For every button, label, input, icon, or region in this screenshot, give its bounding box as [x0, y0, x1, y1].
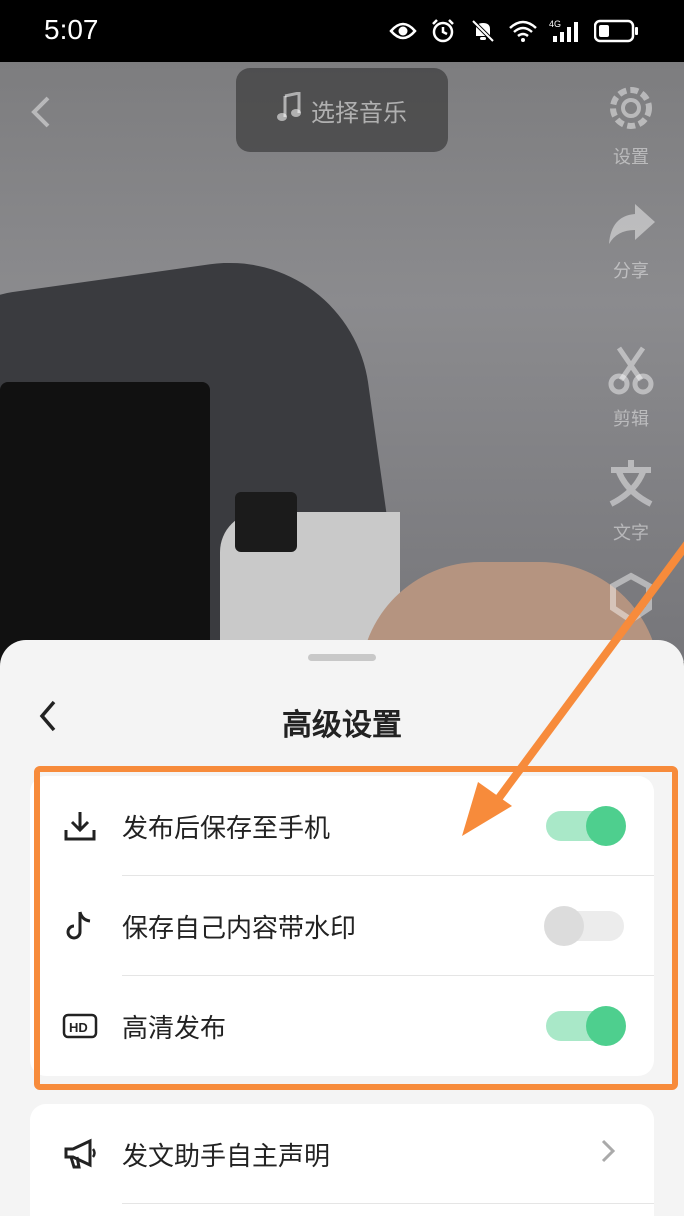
settings-group-card: 发文助手自主声明 [30, 1104, 654, 1216]
text-icon [591, 458, 671, 515]
badge-icon [591, 572, 671, 629]
settings-tool-label: 设置 [613, 147, 649, 168]
status-bar: 5:07 4G [0, 0, 684, 62]
status-time: 5:07 [44, 14, 99, 45]
sheet-title: 高级设置 [282, 708, 402, 743]
megaphone-icon [62, 1136, 98, 1172]
video-preview: 选择音乐 设置 分享 剪辑 文字 [0, 62, 684, 662]
signal-4g-icon: 4G [548, 16, 584, 46]
gear-icon [591, 82, 671, 139]
share-icon [591, 200, 671, 253]
select-music-button[interactable]: 选择音乐 [236, 68, 448, 152]
select-music-label: 选择音乐 [311, 98, 407, 127]
settings-tool[interactable]: 设置 [591, 82, 671, 169]
share-tool-label: 分享 [613, 261, 649, 282]
chevron-right-icon [598, 1136, 618, 1173]
battery-icon [594, 16, 640, 46]
text-tool[interactable]: 文字 [591, 458, 671, 545]
edit-tool[interactable]: 剪辑 [591, 344, 671, 431]
share-tool[interactable]: 分享 [591, 200, 671, 283]
edit-tool-label: 剪辑 [613, 409, 649, 430]
back-icon[interactable] [24, 92, 64, 132]
svg-text:4G: 4G [549, 19, 561, 29]
eye-icon [388, 16, 418, 46]
mute-icon [468, 16, 498, 46]
sheet-drag-handle[interactable] [308, 654, 376, 661]
status-icons: 4G [388, 16, 640, 46]
setting-row-self-declaration[interactable]: 发文助手自主声明 [30, 1104, 654, 1204]
effect-tool[interactable] [591, 572, 671, 633]
music-note-icon [277, 91, 301, 128]
divider [122, 1203, 654, 1204]
text-tool-label: 文字 [613, 523, 649, 544]
video-laptop [0, 382, 210, 662]
scissors-icon [591, 344, 671, 401]
setting-label: 发文助手自主声明 [122, 1141, 331, 1172]
highlight-box [34, 766, 678, 1090]
alarm-icon [428, 16, 458, 46]
wifi-icon [508, 16, 538, 46]
video-mic [235, 492, 297, 552]
